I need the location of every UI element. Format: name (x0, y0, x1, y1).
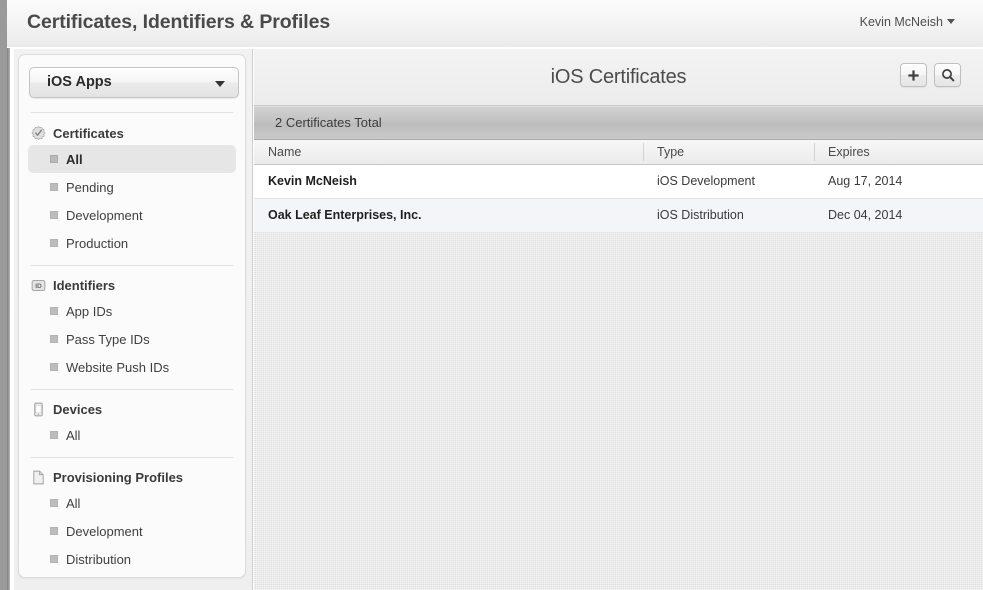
table-row[interactable]: Kevin McNeish iOS Development Aug 17, 20… (254, 165, 983, 199)
bullet-icon (50, 555, 58, 563)
chevron-down-icon (947, 19, 955, 24)
account-name-label: Kevin McNeish (859, 15, 943, 29)
plus-icon (908, 69, 919, 81)
divider (31, 457, 233, 458)
sidebar-item-certificates-development[interactable]: Development (28, 201, 236, 229)
account-menu[interactable]: Kevin McNeish (860, 15, 955, 29)
bullet-icon (50, 363, 58, 371)
sidebar-item-label: Production (66, 235, 129, 251)
sidebar-item-label: Pending (66, 179, 114, 195)
nav-header-label: Provisioning Profiles (53, 469, 184, 485)
nav-header-devices[interactable]: Devices (31, 397, 245, 421)
chevron-down-icon (215, 81, 225, 87)
header-button-group (900, 63, 961, 87)
table-header-row: Name Type Expires (254, 140, 983, 165)
top-bar: Certificates, Identifiers & Profiles Kev… (7, 0, 983, 48)
app-window: Certificates, Identifiers & Profiles Kev… (0, 0, 983, 590)
cell-expires: Aug 17, 2014 (828, 174, 903, 188)
column-header-name[interactable]: Name (268, 145, 301, 159)
content-title: iOS Certificates (550, 66, 687, 88)
sidebar-item-pass-type-ids[interactable]: Pass Type IDs (28, 325, 236, 353)
sidebar-item-label: Pass Type IDs (66, 331, 150, 347)
nav-header-label: Devices (53, 401, 103, 417)
content-header: iOS Certificates (254, 49, 983, 106)
divider (31, 112, 233, 113)
sidebar: iOS Apps Certificates All Pending Develo… (14, 49, 253, 590)
nav-header-identifiers[interactable]: ID Identifiers (31, 273, 245, 297)
device-phone-icon (34, 402, 43, 416)
nav-group-certificates: Certificates All Pending Development Pro… (19, 121, 245, 257)
nav-group-devices: Devices All (19, 397, 245, 449)
sidebar-item-label: Website Push IDs (66, 359, 170, 375)
bullet-icon (50, 183, 58, 191)
bullet-icon (50, 155, 58, 163)
column-header-expires[interactable]: Expires (828, 145, 870, 159)
nav-group-identifiers: ID Identifiers App IDs Pass Type IDs Web… (19, 273, 245, 381)
column-divider (643, 143, 644, 161)
nav-group-provisioning-profiles: Provisioning Profiles All Development Di… (19, 465, 245, 573)
sidebar-item-profiles-all[interactable]: All (28, 489, 236, 517)
search-button[interactable] (934, 63, 961, 87)
sidebar-item-label: Development (66, 523, 143, 539)
sidebar-panel: iOS Apps Certificates All Pending Develo… (18, 54, 246, 578)
sidebar-item-label: All (66, 151, 83, 167)
team-select-dropdown[interactable]: iOS Apps (29, 67, 239, 98)
divider (31, 265, 233, 266)
count-bar: 2 Certificates Total (254, 106, 983, 140)
divider (31, 389, 233, 390)
cell-type: iOS Development (657, 174, 755, 188)
sidebar-item-certificates-all[interactable]: All (28, 145, 236, 173)
id-badge-icon: ID (31, 279, 46, 291)
certificates-count-label: 2 Certificates Total (275, 115, 382, 130)
certificate-seal-icon (31, 125, 46, 140)
bullet-icon (50, 239, 58, 247)
sidebar-item-devices-all[interactable]: All (28, 421, 236, 449)
svg-text:ID: ID (35, 282, 42, 289)
sidebar-item-certificates-pending[interactable]: Pending (28, 173, 236, 201)
sidebar-item-profiles-distribution[interactable]: Distribution (28, 545, 236, 573)
column-divider (814, 143, 815, 161)
main-content: iOS Certificates 2 Certificates Total Na… (254, 49, 983, 590)
column-header-type[interactable]: Type (657, 145, 684, 159)
sidebar-item-website-push-ids[interactable]: Website Push IDs (28, 353, 236, 381)
bullet-icon (50, 335, 58, 343)
sidebar-item-profiles-development[interactable]: Development (28, 517, 236, 545)
bullet-icon (50, 527, 58, 535)
bullet-icon (50, 211, 58, 219)
sidebar-item-label: Development (66, 207, 143, 223)
sidebar-item-label: All (66, 495, 81, 511)
nav-header-certificates[interactable]: Certificates (31, 121, 245, 145)
sidebar-item-app-ids[interactable]: App IDs (28, 297, 236, 325)
sidebar-item-label: App IDs (66, 303, 113, 319)
document-page-icon (33, 470, 44, 484)
bullet-icon (50, 499, 58, 507)
cell-name: Oak Leaf Enterprises, Inc. (268, 208, 422, 222)
bullet-icon (50, 431, 58, 439)
add-button[interactable] (900, 63, 927, 87)
cell-type: iOS Distribution (657, 208, 744, 222)
certificates-table: Name Type Expires Kevin McNeish iOS Deve… (254, 140, 983, 233)
team-select-value: iOS Apps (47, 74, 112, 90)
cell-name: Kevin McNeish (268, 174, 357, 188)
nav-header-label: Certificates (53, 125, 124, 141)
sidebar-item-label: Distribution (66, 551, 132, 567)
sidebar-item-label: All (66, 427, 81, 443)
nav-header-label: Identifiers (53, 277, 116, 293)
sidebar-item-certificates-production[interactable]: Production (28, 229, 236, 257)
table-row[interactable]: Oak Leaf Enterprises, Inc. iOS Distribut… (254, 199, 983, 233)
cell-expires: Dec 04, 2014 (828, 208, 903, 222)
bullet-icon (50, 307, 58, 315)
search-magnifier-icon (941, 69, 954, 82)
page-title: Certificates, Identifiers & Profiles (27, 11, 331, 33)
nav-header-provisioning-profiles[interactable]: Provisioning Profiles (31, 465, 245, 489)
